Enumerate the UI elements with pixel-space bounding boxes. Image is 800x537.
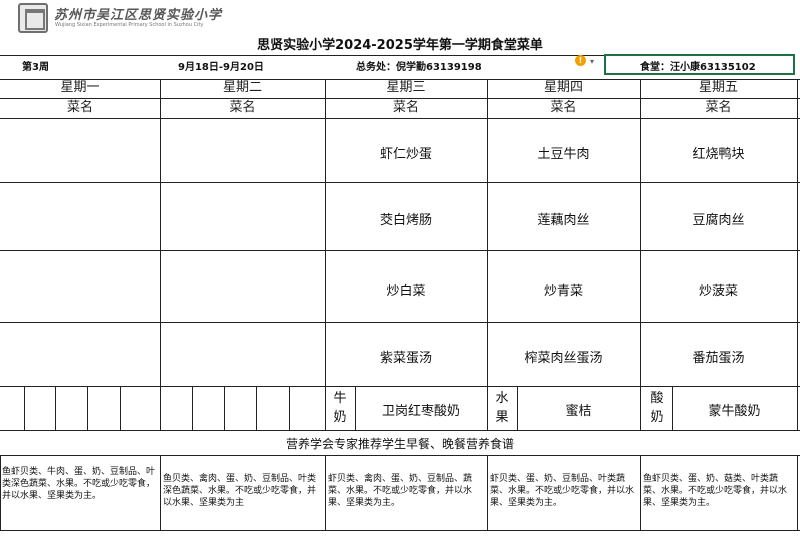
school-name-en: Wujiang Sixian Experimental Primary Scho… bbox=[55, 22, 204, 28]
day-header-mon: 星期一 bbox=[60, 80, 100, 95]
general-affairs-contact: 总务处：倪学勤63139198 bbox=[356, 62, 482, 73]
warning-icon: ! bbox=[575, 55, 586, 66]
day-header-thu: 星期四 bbox=[543, 80, 583, 95]
dish-cell: 紫菜蛋汤 bbox=[379, 351, 432, 366]
dish-cell: 炒白菜 bbox=[386, 284, 426, 299]
day-header-fri: 星期五 bbox=[698, 80, 738, 95]
dish-cell: 土豆牛肉 bbox=[537, 147, 590, 162]
extra-label-yogurt: 酸奶 bbox=[650, 391, 664, 425]
extra-label-milk: 牛奶 bbox=[333, 391, 347, 425]
dish-cell: 榨菜肉丝蛋汤 bbox=[524, 351, 603, 366]
extra-label-fruit: 水果 bbox=[495, 391, 509, 425]
week-label: 第3周 bbox=[22, 62, 49, 73]
day-header-wed: 星期三 bbox=[386, 80, 426, 95]
dish-cell: 番茄蛋汤 bbox=[692, 351, 745, 366]
extra-item-milk: 卫岗红枣酸奶 bbox=[381, 404, 460, 419]
dish-column-header: 菜名 bbox=[229, 100, 256, 115]
dish-cell: 茭白烤肠 bbox=[379, 213, 432, 228]
dish-cell: 虾仁炒蛋 bbox=[379, 147, 432, 162]
nutrition-cell-thu: 虾贝类、蛋、奶、豆制品、叶类蔬菜、水果。不吃或少吃零食，并以水果、坚果类为主。 bbox=[490, 474, 635, 508]
chevron-down-icon: ▾ bbox=[590, 57, 595, 66]
dish-cell: 豆腐肉丝 bbox=[692, 213, 745, 228]
dish-column-header: 菜名 bbox=[705, 100, 732, 115]
dish-column-header: 菜名 bbox=[392, 100, 419, 115]
error-indicator[interactable]: ! ▾ bbox=[571, 55, 599, 69]
dish-cell: 炒菠菜 bbox=[698, 284, 738, 299]
school-logo: 苏州市吴江区思贤实验小学 Wujiang Sixian Experimental… bbox=[18, 3, 233, 33]
school-name-cn: 苏州市吴江区思贤实验小学 bbox=[54, 8, 223, 23]
date-range: 9月18日-9月20日 bbox=[178, 62, 264, 73]
dish-cell: 炒青菜 bbox=[543, 284, 583, 299]
dish-cell: 莲藕肉丝 bbox=[537, 213, 590, 228]
extra-item-fruit: 蜜桔 bbox=[565, 404, 592, 419]
nutrition-cell-wed: 虾贝类、禽肉、蛋、奶、豆制品、蔬菜、水果。不吃或少吃零食，并以水果、坚果类为主。 bbox=[328, 474, 473, 508]
dish-column-header: 菜名 bbox=[66, 100, 93, 115]
dish-cell: 红烧鸭块 bbox=[692, 147, 745, 162]
day-header-tue: 星期二 bbox=[222, 80, 262, 95]
extra-item-yogurt: 蒙牛酸奶 bbox=[708, 404, 761, 419]
school-emblem-icon bbox=[18, 3, 48, 33]
page-title: 思贤实验小学2024-2025学年第一学期食堂菜单 bbox=[257, 38, 543, 53]
nutrition-cell-tue: 鱼贝类、禽肉、蛋、奶、豆制品、叶类深色蔬菜、水果。不吃或少吃零食，并以水果、坚果… bbox=[163, 474, 317, 508]
canteen-contact: 食堂：汪小康63135102 bbox=[640, 62, 756, 73]
nutrition-title: 营养学会专家推荐学生早餐、晚餐营养食谱 bbox=[285, 437, 514, 451]
nutrition-cell-fri: 鱼虾贝类、蛋、奶、菇类、叶类蔬菜、水果。不吃或少吃零食，并以水果、坚果类为主。 bbox=[643, 474, 788, 508]
nutrition-cell-mon: 鱼虾贝类、牛肉、蛋、奶、豆制品、叶类深色蔬菜、水果。不吃或少吃零食，并以水果、坚… bbox=[2, 467, 156, 501]
dish-column-header: 菜名 bbox=[550, 100, 577, 115]
